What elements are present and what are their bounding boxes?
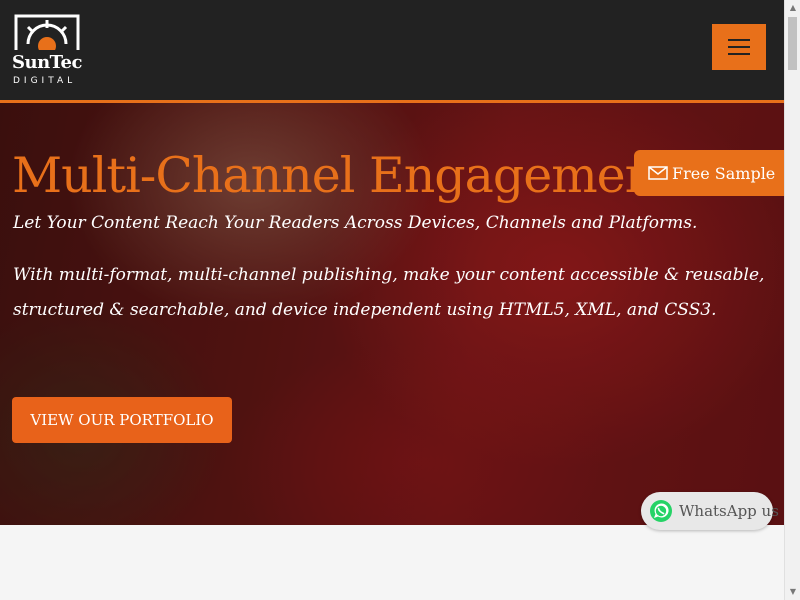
free-sample-label: Free Sample: [672, 163, 776, 183]
hero-description: With multi-format, multi-channel publish…: [13, 265, 765, 320]
envelope-icon: [648, 166, 668, 180]
hamburger-menu-button[interactable]: [712, 24, 766, 70]
scroll-up-arrow-icon[interactable]: ▲: [785, 0, 800, 16]
hero-subtitle: Let Your Content Reach Your Readers Acro…: [13, 213, 698, 233]
vertical-scrollbar[interactable]: ▲ ▼: [784, 0, 800, 600]
whatsapp-icon: [650, 500, 672, 522]
hamburger-icon-bar: [728, 53, 750, 55]
scroll-down-arrow-icon[interactable]: ▼: [785, 584, 800, 600]
logo-wordmark: SunTec: [12, 52, 82, 73]
site-header: SunTec DIGITAL: [0, 0, 784, 103]
logo-tagline: DIGITAL: [13, 76, 77, 86]
sun-logo-icon: [14, 14, 80, 54]
whatsapp-chat-button[interactable]: WhatsApp us: [641, 492, 779, 530]
scrollbar-thumb[interactable]: [788, 17, 797, 70]
whatsapp-label: WhatsApp us: [679, 502, 779, 520]
view-portfolio-button[interactable]: VIEW OUR PORTFOLIO: [12, 397, 232, 443]
content-section: [0, 525, 784, 600]
page: SunTec DIGITAL Multi-Channel Engagement.…: [0, 0, 800, 600]
hamburger-icon: [728, 39, 750, 41]
suntec-logo[interactable]: SunTec DIGITAL: [12, 14, 84, 88]
free-sample-button[interactable]: Free Sample: [634, 150, 784, 196]
hamburger-icon-bar: [728, 46, 750, 48]
hero-title: Multi-Channel Engagement.: [12, 147, 690, 204]
